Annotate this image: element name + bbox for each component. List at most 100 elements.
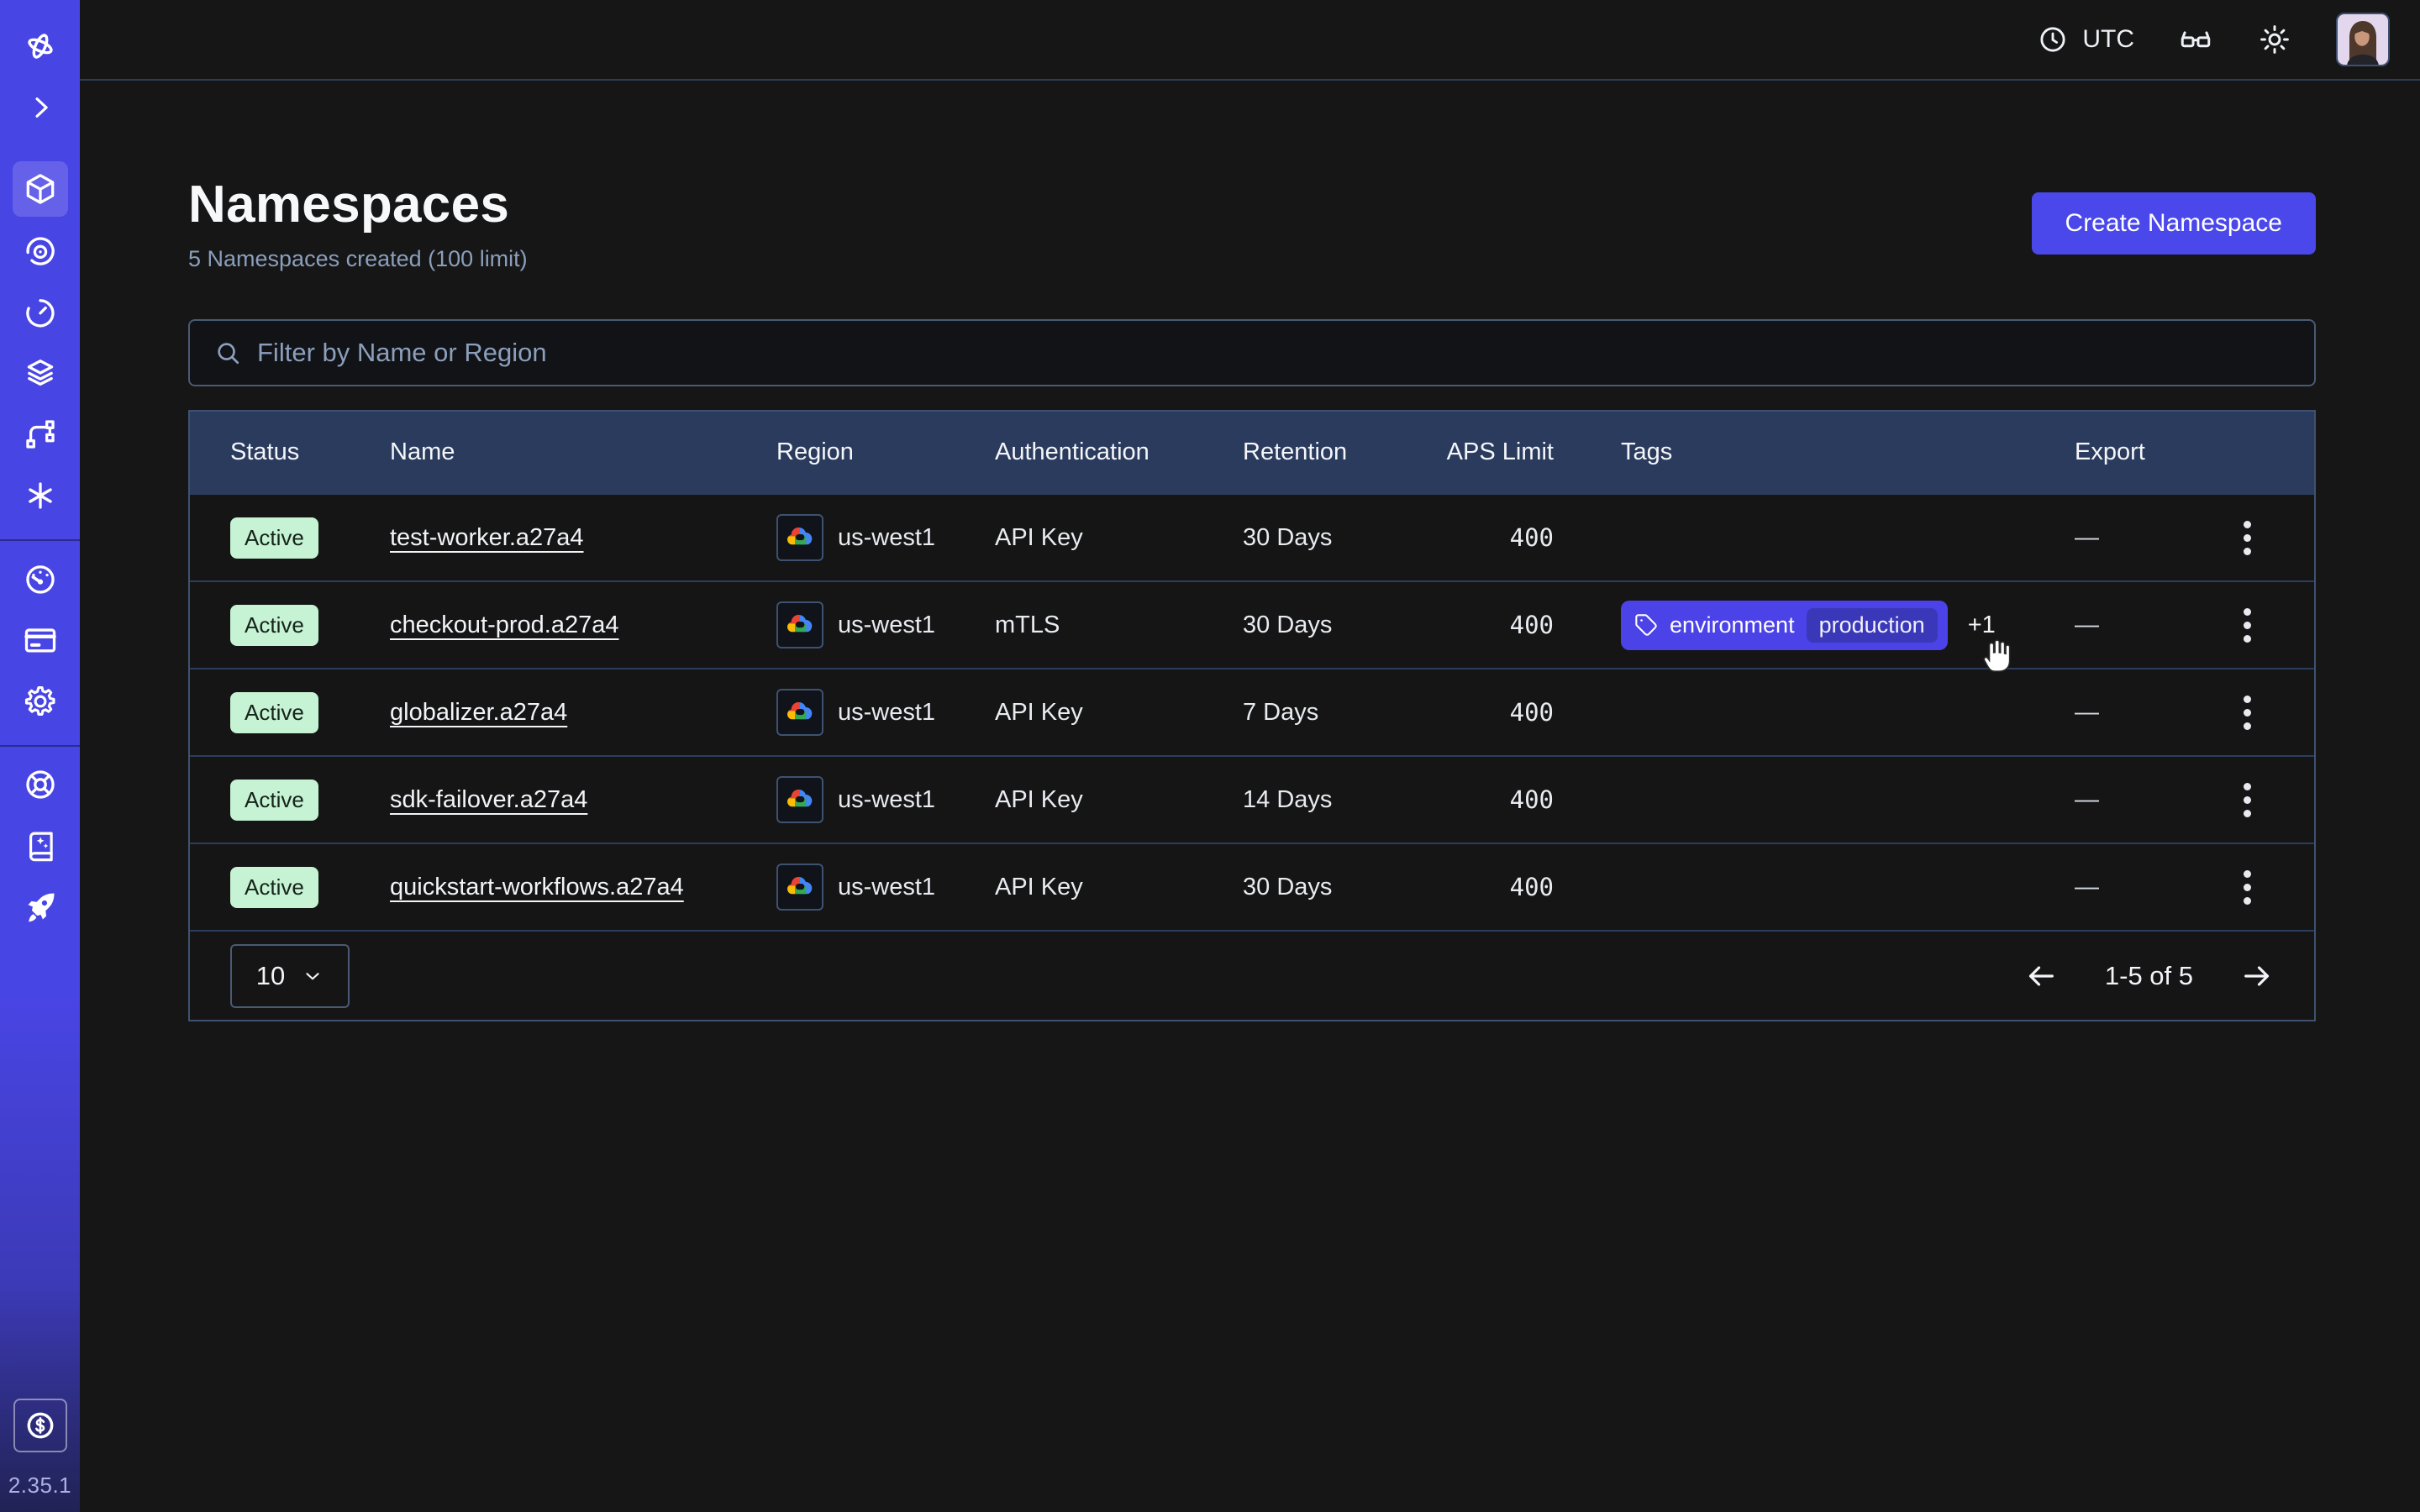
namespace-link[interactable]: globalizer.a27a4 (390, 699, 567, 726)
retention-value: 30 Days (1243, 524, 1432, 552)
sidebar-item-billing[interactable] (13, 612, 68, 668)
aps-limit-value: 400 (1432, 785, 1554, 814)
row-menu-button[interactable] (2244, 783, 2251, 817)
pagination-range: 1-5 of 5 (2105, 961, 2193, 991)
aps-limit-value: 400 (1432, 698, 1554, 727)
accessibility-glasses-button[interactable] (2178, 22, 2213, 57)
export-value: — (1991, 524, 2213, 552)
col-region: Region (776, 438, 995, 466)
next-page-button[interactable] (2240, 959, 2274, 993)
gcp-region-icon (776, 689, 823, 736)
export-value: — (1991, 612, 2213, 639)
gcp-region-icon (776, 601, 823, 648)
sidebar-divider (0, 539, 80, 541)
table-row: Active sdk-failover.a27a4 us-west1 API K… (190, 755, 2314, 843)
topbar: UTC (80, 0, 2420, 81)
theme-toggle-button[interactable] (2257, 22, 2292, 57)
col-authentication: Authentication (995, 438, 1243, 466)
gcp-region-icon (776, 514, 823, 561)
col-tags: Tags (1554, 438, 1991, 466)
namespace-link[interactable]: sdk-failover.a27a4 (390, 786, 587, 813)
table-row: Active test-worker.a27a4 us-west1 API Ke… (190, 493, 2314, 580)
region-label: us-west1 (838, 612, 935, 639)
table-row: Active checkout-prod.a27a4 us-west1 mTLS… (190, 580, 2314, 668)
sidebar-item-settings[interactable] (13, 674, 68, 729)
timezone-selector[interactable]: UTC (2037, 24, 2134, 55)
namespace-link[interactable]: checkout-prod.a27a4 (390, 612, 618, 638)
region-label: us-west1 (838, 524, 935, 552)
retention-value: 14 Days (1243, 786, 1432, 814)
auth-value: API Key (995, 524, 1243, 552)
search-icon (213, 339, 242, 367)
page-size-value: 10 (256, 961, 285, 991)
export-value: — (1991, 786, 2213, 814)
sidebar-item-support[interactable] (13, 757, 68, 812)
row-menu-button[interactable] (2244, 696, 2251, 730)
gcp-region-icon (776, 864, 823, 911)
app-version: 2.35.1 (8, 1473, 71, 1499)
table-row: Active globalizer.a27a4 us-west1 API Key… (190, 668, 2314, 755)
row-menu-button[interactable] (2244, 521, 2251, 555)
tag-key: environment (1670, 612, 1795, 638)
user-avatar[interactable] (2336, 13, 2390, 66)
page-size-select[interactable]: 10 (230, 944, 350, 1008)
sidebar-item-docs[interactable] (13, 818, 68, 874)
filter-input[interactable] (257, 338, 2291, 368)
sidebar-item-nexus[interactable] (13, 407, 68, 462)
export-value: — (1991, 874, 2213, 901)
sidebar-item-insights[interactable] (13, 223, 68, 278)
sidebar-item-namespaces[interactable] (13, 161, 68, 217)
region-label: us-west1 (838, 786, 935, 814)
sidebar-expand-chevron-icon[interactable] (13, 80, 68, 135)
temporal-logo-icon[interactable] (13, 18, 68, 74)
gcp-region-icon (776, 776, 823, 823)
row-menu-button[interactable] (2244, 870, 2251, 905)
tag-icon (1634, 613, 1658, 637)
aps-limit-value: 400 (1432, 523, 1554, 552)
region-label: us-west1 (838, 699, 935, 727)
export-value: — (1991, 699, 2213, 727)
namespace-link[interactable]: quickstart-workflows.a27a4 (390, 874, 684, 900)
sun-icon (2257, 22, 2292, 57)
table-row: Active quickstart-workflows.a27a4 us-wes… (190, 843, 2314, 930)
table-footer: 10 1-5 of 5 (190, 930, 2314, 1020)
namespaces-table: Status Name Region Authentication Retent… (188, 410, 2316, 1021)
dollar-badge-icon (24, 1409, 57, 1442)
sidebar-item-deployments[interactable] (13, 345, 68, 401)
namespace-link[interactable]: test-worker.a27a4 (390, 524, 584, 551)
aps-limit-value: 400 (1432, 873, 1554, 901)
auth-value: API Key (995, 874, 1243, 901)
status-badge: Active (230, 780, 318, 821)
main-content: Namespaces 5 Namespaces created (100 lim… (80, 175, 2420, 1021)
status-badge: Active (230, 692, 318, 733)
filter-bar (188, 319, 2316, 386)
sidebar-divider (0, 745, 80, 747)
sidebar-item-schedules[interactable] (13, 284, 68, 339)
table-header-row: Status Name Region Authentication Retent… (190, 412, 2314, 493)
auth-value: API Key (995, 699, 1243, 727)
sidebar-item-batch-operations[interactable] (13, 468, 68, 523)
clock-icon (2037, 24, 2069, 55)
region-label: us-west1 (838, 874, 935, 901)
sidebar-item-getting-started[interactable] (13, 879, 68, 935)
sidebar-item-usage[interactable] (13, 551, 68, 606)
auth-value: API Key (995, 786, 1243, 814)
sidebar: 2.35.1 (0, 0, 80, 1512)
page-subtitle: 5 Namespaces created (100 limit) (188, 246, 528, 272)
plan-badge-button[interactable] (13, 1399, 67, 1452)
col-status: Status (230, 438, 390, 466)
timezone-label: UTC (2082, 25, 2134, 54)
retention-value: 30 Days (1243, 612, 1432, 639)
page-title: Namespaces (188, 175, 528, 234)
row-menu-button[interactable] (2244, 608, 2251, 643)
tag-value: production (1807, 608, 1938, 643)
tag-pill[interactable]: environment production (1621, 601, 1948, 650)
create-namespace-button[interactable]: Create Namespace (2032, 192, 2316, 255)
col-name: Name (390, 438, 776, 466)
auth-value: mTLS (995, 612, 1243, 639)
col-aps-limit: APS Limit (1432, 438, 1554, 466)
retention-value: 7 Days (1243, 699, 1432, 727)
status-badge: Active (230, 867, 318, 908)
previous-page-button[interactable] (2024, 959, 2058, 993)
retention-value: 30 Days (1243, 874, 1432, 901)
